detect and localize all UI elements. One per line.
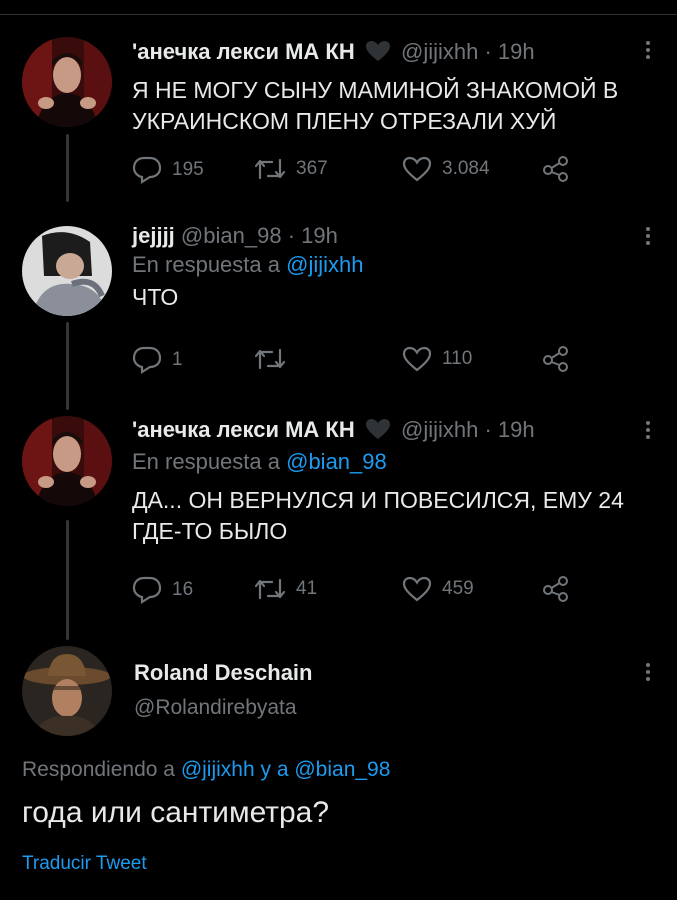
reply-count: 1 bbox=[172, 349, 183, 370]
like-button[interactable]: 110 bbox=[402, 346, 472, 372]
thread-line bbox=[66, 134, 69, 202]
tweet-text-line: ДА... ОН ВЕРНУЛСЯ И ПОВЕСИЛСЯ, ЕМУ 24 bbox=[132, 487, 624, 513]
more-icon[interactable] bbox=[645, 224, 651, 248]
reply-mention-link[interactable]: @bian_98 bbox=[294, 758, 390, 781]
separator-dot: · bbox=[484, 417, 492, 442]
like-count: 3.084 bbox=[442, 158, 490, 179]
reply-mention-link[interactable]: @bian_98 bbox=[286, 449, 387, 474]
like-count: 459 bbox=[442, 578, 474, 599]
reply-icon bbox=[132, 346, 162, 374]
reply-context: En respuesta a @bian_98 bbox=[132, 447, 657, 477]
timestamp[interactable]: 19h bbox=[498, 417, 535, 442]
tweet-text: Я НЕ МОГУ СЫНУ МАМИНОЙ ЗНАКОМОЙ В УКРАИН… bbox=[132, 75, 657, 137]
reply-count: 16 bbox=[172, 579, 194, 600]
tweet-header: jejjjj @bian_98 · 19h bbox=[132, 222, 657, 250]
top-divider bbox=[0, 14, 677, 15]
tweet-actions: 1 110 bbox=[132, 346, 582, 376]
avatar-rolandirebyata[interactable] bbox=[22, 646, 112, 736]
reply-button[interactable]: 1 bbox=[132, 346, 183, 374]
retweet-button[interactable]: 367 bbox=[254, 156, 328, 182]
tweet-3[interactable]: 'анечка лекси МА КН @jijixhh · 19h En re… bbox=[132, 416, 657, 547]
handle[interactable]: @bian_98 bbox=[181, 223, 282, 248]
tweet-actions: 195 367 3.084 bbox=[132, 156, 582, 186]
tweet-header: 'анечка лекси МА КН @jijixhh · 19h bbox=[132, 38, 657, 69]
tweet-text: ЧТО bbox=[132, 282, 657, 313]
reply-prefix: Respondiendo a bbox=[22, 758, 175, 781]
retweet-count: 367 bbox=[296, 158, 328, 179]
reply-button[interactable]: 195 bbox=[132, 156, 204, 184]
reply-button[interactable]: 16 bbox=[132, 576, 193, 604]
share-button[interactable] bbox=[542, 156, 570, 182]
main-tweet-text: года или сантиметра? bbox=[22, 796, 330, 829]
display-name[interactable]: Roland Deschain bbox=[134, 660, 312, 686]
like-button[interactable]: 3.084 bbox=[402, 156, 490, 182]
handle[interactable]: @Rolandirebyata bbox=[134, 696, 312, 720]
like-icon bbox=[402, 156, 432, 182]
share-button[interactable] bbox=[542, 346, 570, 372]
reply-count: 195 bbox=[172, 159, 204, 180]
black-heart-icon bbox=[365, 418, 391, 447]
handle[interactable]: @jijixhh bbox=[401, 417, 478, 442]
display-name[interactable]: 'анечка лекси МА КН bbox=[132, 417, 355, 442]
avatar-bian-98[interactable] bbox=[22, 226, 112, 316]
reply-prefix: En respuesta a bbox=[132, 252, 280, 277]
like-icon bbox=[402, 576, 432, 602]
reply-mention-link[interactable]: @jijixhh bbox=[181, 758, 255, 781]
retweet-icon bbox=[254, 158, 286, 180]
display-name[interactable]: 'анечка лекси МА КН bbox=[132, 39, 355, 64]
tweet-text-line: УКРАИНСКОМ ПЛЕНУ ОТРЕЗАЛИ ХУЙ bbox=[132, 108, 557, 134]
tweet-2[interactable]: jejjjj @bian_98 · 19h En respuesta a @ji… bbox=[132, 222, 657, 313]
more-icon[interactable] bbox=[645, 660, 651, 684]
avatar-jijixhh[interactable] bbox=[22, 416, 112, 506]
tweet-text: ДА... ОН ВЕРНУЛСЯ И ПОВЕСИЛСЯ, ЕМУ 24 ГД… bbox=[132, 485, 657, 547]
tweet-text-line: ГДЕ-ТО БЫЛО bbox=[132, 518, 288, 544]
more-icon[interactable] bbox=[645, 418, 651, 442]
like-count: 110 bbox=[442, 348, 473, 369]
reply-icon bbox=[132, 576, 162, 604]
like-icon bbox=[402, 346, 432, 372]
timestamp[interactable]: 19h bbox=[301, 223, 338, 248]
separator-dot: · bbox=[287, 223, 296, 248]
tweet-1[interactable]: 'анечка лекси МА КН @jijixhh · 19h Я НЕ … bbox=[132, 38, 657, 137]
share-button[interactable] bbox=[542, 576, 570, 602]
share-icon bbox=[543, 156, 568, 182]
retweet-button[interactable]: 41 bbox=[254, 576, 317, 602]
main-author[interactable]: Roland Deschain @Rolandirebyata bbox=[134, 660, 312, 720]
reply-prefix: En respuesta a bbox=[132, 449, 280, 474]
display-name[interactable]: jejjjj bbox=[132, 223, 175, 248]
reply-icon bbox=[132, 156, 162, 184]
reply-context: Respondiendo a @jijixhh y a @bian_98 bbox=[22, 758, 390, 782]
tweet-text-line: Я НЕ МОГУ СЫНУ МАМИНОЙ ЗНАКОМОЙ В bbox=[132, 77, 619, 103]
avatar-jijixhh[interactable] bbox=[22, 37, 112, 127]
share-icon bbox=[543, 576, 568, 602]
translate-tweet-link[interactable]: Traducir Tweet bbox=[22, 853, 147, 875]
thread-line bbox=[66, 520, 69, 640]
thread-line bbox=[66, 322, 69, 410]
retweet-count: 41 bbox=[296, 578, 318, 599]
retweet-button[interactable] bbox=[254, 346, 296, 372]
retweet-icon bbox=[254, 578, 286, 600]
reply-context: En respuesta a @jijixhh bbox=[132, 250, 657, 280]
share-icon bbox=[543, 346, 568, 372]
tweet-header: 'анечка лекси МА КН @jijixhh · 19h bbox=[132, 416, 657, 447]
separator-dot: · bbox=[484, 39, 492, 64]
timestamp[interactable]: 19h bbox=[498, 39, 535, 64]
tweet-actions: 16 41 459 bbox=[132, 576, 582, 606]
more-icon[interactable] bbox=[645, 38, 651, 62]
handle[interactable]: @jijixhh bbox=[401, 39, 478, 64]
tweet-text-line: ЧТО bbox=[132, 284, 179, 310]
black-heart-icon bbox=[365, 40, 391, 69]
like-button[interactable]: 459 bbox=[402, 576, 474, 602]
reply-mention-link[interactable]: @jijixhh bbox=[286, 252, 363, 277]
reply-conjunction: y a bbox=[260, 758, 289, 781]
retweet-icon bbox=[254, 348, 286, 370]
